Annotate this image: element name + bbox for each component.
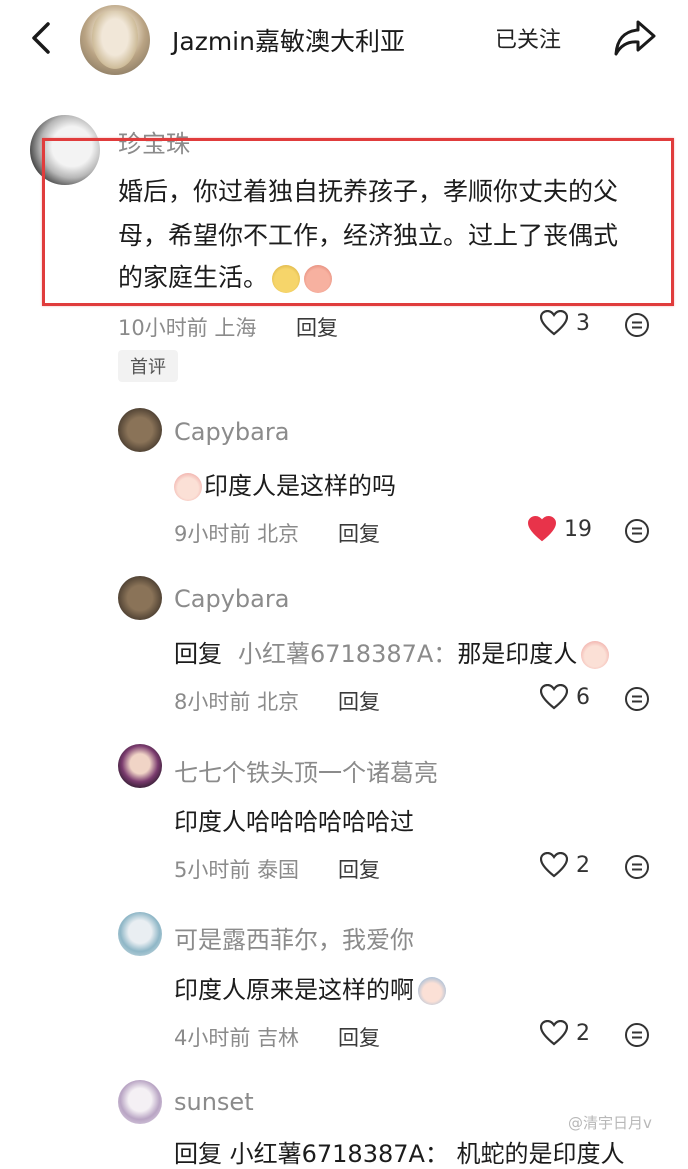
author-avatar[interactable] bbox=[80, 5, 150, 75]
comment-text: 印度人原来是这样的啊 bbox=[174, 976, 414, 1004]
comment-text-line: 印度人原来是这样的啊 bbox=[174, 970, 446, 1005]
emoji-icon bbox=[174, 473, 202, 501]
like-count: 2 bbox=[576, 1020, 590, 1046]
more-options-icon[interactable] bbox=[624, 518, 650, 544]
comment-meta: 4小时前 吉林 bbox=[174, 1022, 299, 1052]
comment-text: 印度人是这样的吗 bbox=[204, 472, 396, 500]
heart-icon bbox=[540, 310, 568, 336]
heart-icon bbox=[540, 1020, 568, 1046]
like-button[interactable]: 3 bbox=[540, 310, 590, 336]
emoji-icon bbox=[418, 977, 446, 1005]
more-options-icon[interactable] bbox=[624, 854, 650, 880]
avatar[interactable] bbox=[118, 912, 162, 956]
comment-text-line: 的家庭生活。 bbox=[118, 258, 333, 294]
author-name[interactable]: Jazmin嘉敏澳大利亚 bbox=[172, 22, 405, 58]
comment-time: 5小时前 bbox=[174, 858, 251, 882]
heart-icon bbox=[528, 516, 556, 542]
reply-button[interactable]: 回复 bbox=[338, 1022, 380, 1052]
avatar[interactable] bbox=[118, 576, 162, 620]
reply-to-user[interactable]: 小红薯6718387A： bbox=[238, 640, 457, 668]
emoji-icon bbox=[304, 265, 333, 293]
comment-location: 上海 bbox=[214, 316, 257, 340]
comment-text: 那是印度人 bbox=[457, 640, 578, 668]
comment-text: 回复 小红薯6718387A： 机蛇的是印度人 bbox=[174, 1140, 625, 1168]
comment-text: 印度人哈哈哈哈哈哈过 bbox=[174, 808, 414, 836]
comment-location: 泰国 bbox=[257, 858, 300, 882]
more-options-icon[interactable] bbox=[624, 312, 650, 338]
first-comment-badge: 首评 bbox=[118, 350, 178, 382]
comment-time: 10小时前 bbox=[118, 316, 208, 340]
comment-username[interactable]: Capybara bbox=[174, 418, 289, 446]
reply-button[interactable]: 回复 bbox=[338, 854, 380, 884]
comment-username[interactable]: 七七个铁头顶一个诸葛亮 bbox=[174, 753, 438, 788]
like-button[interactable]: 19 bbox=[528, 516, 592, 542]
comment-time: 4小时前 bbox=[174, 1026, 251, 1050]
comment-location: 吉林 bbox=[257, 1026, 300, 1050]
top-bar: Jazmin嘉敏澳大利亚 已关注 bbox=[0, 0, 688, 78]
comment-time: 8小时前 bbox=[174, 690, 251, 714]
reply-button[interactable]: 回复 bbox=[338, 518, 380, 548]
comment-text-line: 回复 小红薯6718387A：那是印度人 bbox=[174, 634, 610, 669]
comment-meta: 8小时前 北京 bbox=[174, 686, 299, 716]
like-button[interactable]: 2 bbox=[540, 852, 590, 878]
watermark: @清宇日月v bbox=[568, 1114, 652, 1132]
comment-location: 北京 bbox=[257, 522, 300, 546]
more-options-icon[interactable] bbox=[624, 1022, 650, 1048]
like-count: 6 bbox=[576, 684, 590, 710]
comment-username[interactable]: 可是露西菲尔，我爱你 bbox=[174, 920, 414, 955]
comment-text-line: 印度人是这样的吗 bbox=[174, 466, 396, 501]
reply-button[interactable]: 回复 bbox=[296, 312, 338, 342]
comment-text-line: 母，希望你不工作，经济独立。过上了丧偶式 bbox=[118, 221, 619, 250]
comment-time: 9小时前 bbox=[174, 522, 251, 546]
comment-meta: 5小时前 泰国 bbox=[174, 854, 299, 884]
avatar[interactable] bbox=[118, 1080, 162, 1124]
comment-text-tail: 的家庭生活。 bbox=[118, 263, 269, 292]
emoji-icon bbox=[581, 641, 610, 669]
more-options-icon[interactable] bbox=[624, 686, 650, 712]
emoji-icon bbox=[272, 265, 301, 293]
like-button[interactable]: 6 bbox=[540, 684, 590, 710]
like-count: 19 bbox=[564, 516, 592, 542]
like-count: 3 bbox=[576, 310, 590, 336]
avatar[interactable] bbox=[118, 744, 162, 788]
follow-button[interactable]: 已关注 bbox=[478, 18, 578, 58]
comment-username[interactable]: sunset bbox=[174, 1088, 254, 1116]
back-arrow-icon[interactable] bbox=[22, 18, 62, 58]
like-count: 2 bbox=[576, 852, 590, 878]
like-button[interactable]: 2 bbox=[540, 1020, 590, 1046]
heart-icon bbox=[540, 852, 568, 878]
heart-icon bbox=[540, 684, 568, 710]
comment-username[interactable]: Capybara bbox=[174, 585, 289, 613]
reply-prefix: 回复 bbox=[174, 640, 222, 668]
share-icon[interactable] bbox=[612, 16, 658, 60]
avatar[interactable] bbox=[118, 408, 162, 452]
comment-text-line: 婚后，你过着独自抚养孩子，孝顺你丈夫的父 bbox=[118, 177, 619, 206]
comment-meta: 10小时前 上海 bbox=[118, 312, 256, 342]
reply-button[interactable]: 回复 bbox=[338, 686, 380, 716]
comment-meta: 9小时前 北京 bbox=[174, 518, 299, 548]
comment-location: 北京 bbox=[257, 690, 300, 714]
